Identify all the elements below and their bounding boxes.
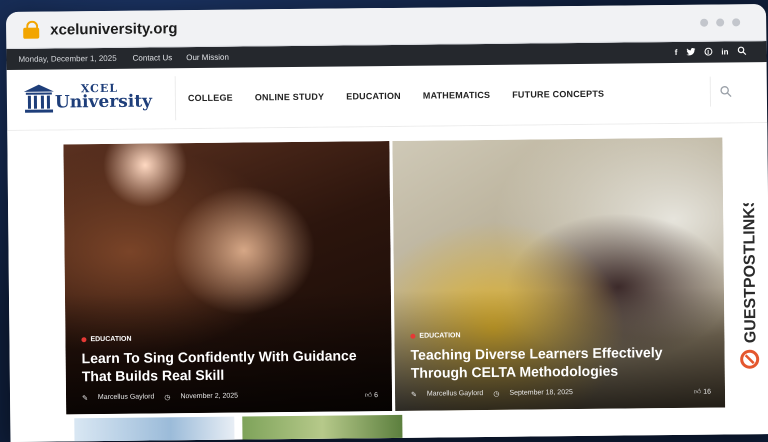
social-links: f in [675, 46, 747, 58]
like-icon: 👍︎ [693, 388, 702, 396]
nav-item-mathematics[interactable]: MATHEMATICS [423, 90, 490, 101]
post-date: September 18, 2025 [509, 389, 573, 397]
window-dot-icon[interactable] [716, 18, 725, 27]
nav-item-education[interactable]: EDUCATION [346, 91, 401, 102]
lock-icon [22, 20, 40, 39]
reaction-count-value: 16 [703, 388, 712, 396]
featured-post[interactable]: EDUCATION Teaching Diverse Learners Effe… [392, 137, 726, 411]
content-area: EDUCATION Learn To Sing Confidently With… [7, 123, 768, 442]
window-controls[interactable] [700, 18, 741, 27]
search-icon[interactable] [720, 85, 732, 98]
post-caption: EDUCATION Learn To Sing Confidently With… [81, 333, 378, 402]
url-text[interactable]: xceluniversity.org [50, 20, 177, 38]
clock-icon: ◷ [493, 390, 500, 398]
facebook-icon[interactable]: f [675, 48, 678, 57]
contact-us-link[interactable]: Contact Us [133, 53, 173, 62]
post-caption: EDUCATION Teaching Diverse Learners Effe… [410, 330, 711, 399]
pinterest-icon[interactable] [704, 47, 713, 57]
current-date: Monday, December 1, 2025 [18, 53, 117, 64]
like-icon: 👍︎ [364, 392, 373, 400]
reaction-count-value: 6 [374, 392, 379, 400]
logo-line-2: University [54, 91, 153, 113]
university-pillars-icon [23, 84, 54, 113]
post-title[interactable]: Learn To Sing Confidently With Guidance … [82, 346, 378, 385]
post-title[interactable]: Teaching Diverse Learners Effectively Th… [411, 343, 711, 382]
nav-item-online-study[interactable]: ONLINE STUDY [255, 92, 325, 103]
window-dot-icon[interactable] [700, 18, 709, 27]
author-icon: ✎ [410, 391, 417, 399]
thumbnail-image[interactable] [74, 416, 235, 442]
featured-post[interactable]: EDUCATION Learn To Sing Confidently With… [63, 140, 393, 415]
browser-window: xceluniversity.org Monday, December 1, 2… [6, 4, 768, 442]
our-mission-link[interactable]: Our Mission [186, 53, 229, 62]
watermark-text: GUESTPOSTLINKS [741, 203, 760, 343]
reaction-count: 👍︎ 6 [365, 390, 378, 399]
reaction-count: 👍︎ 16 [694, 387, 711, 396]
nav-menu: COLLEGE ONLINE STUDY EDUCATION MATHEMATI… [188, 89, 604, 103]
linkedin-icon[interactable]: in [721, 47, 728, 56]
window-dot-icon[interactable] [732, 18, 741, 27]
site-logo[interactable]: XCEL University [23, 79, 163, 118]
thumbnail-image[interactable] [242, 414, 403, 442]
category-label: EDUCATION [90, 335, 132, 344]
guestpostlinks-watermark: GUESTPOSTLINKS [740, 203, 760, 369]
author-icon: ✎ [82, 394, 88, 402]
nav-item-college[interactable]: COLLEGE [188, 93, 233, 103]
post-thumbnails [74, 414, 403, 442]
nav-divider [174, 76, 177, 121]
post-author[interactable]: Marcellus Gaylord [98, 393, 154, 401]
main-navigation: XCEL University COLLEGE ONLINE STUDY EDU… [6, 62, 768, 131]
nav-search-button[interactable] [709, 76, 742, 107]
post-author[interactable]: Marcellus Gaylord [427, 390, 483, 398]
category-label: EDUCATION [419, 332, 461, 340]
search-icon[interactable] [737, 46, 747, 57]
clock-icon: ◷ [164, 393, 171, 401]
nav-item-future-concepts[interactable]: FUTURE CONCEPTS [512, 89, 604, 100]
twitter-icon[interactable] [686, 47, 696, 57]
post-date: November 2, 2025 [180, 392, 239, 401]
